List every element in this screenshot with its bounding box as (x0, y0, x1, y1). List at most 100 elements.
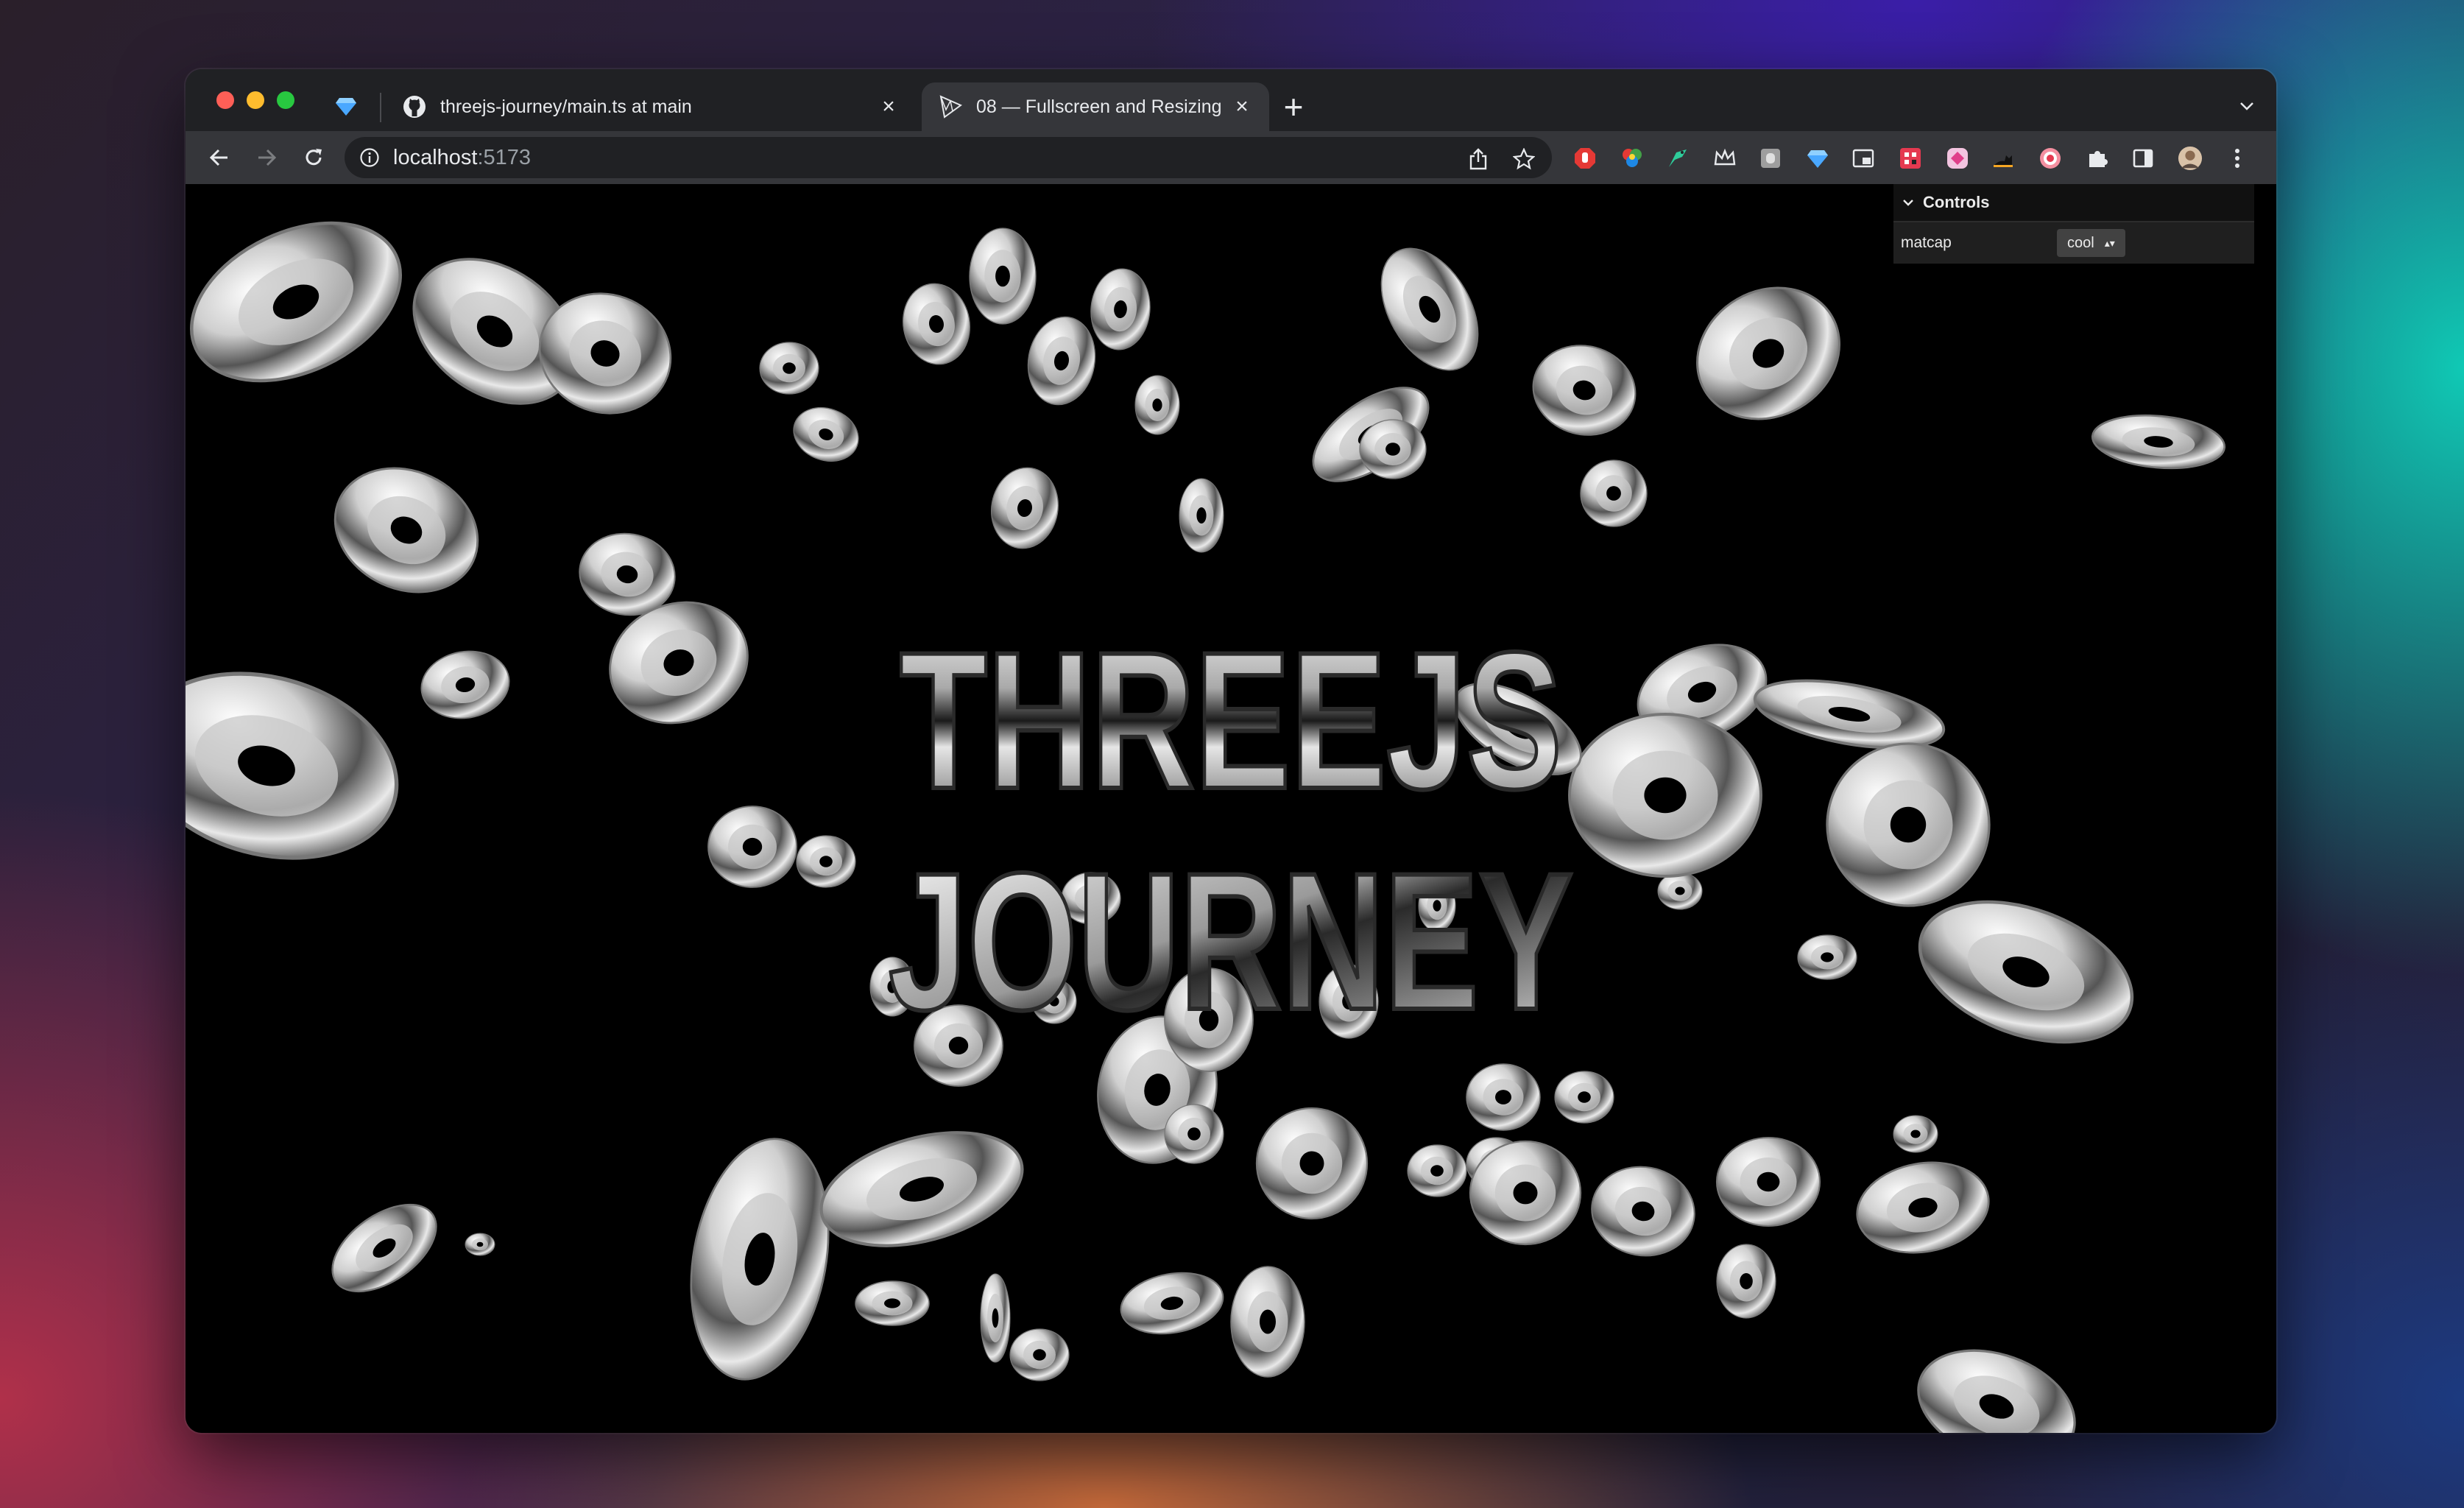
close-tab-icon[interactable]: × (1231, 96, 1253, 118)
share-button[interactable] (1465, 146, 1492, 172)
donut (1090, 268, 1151, 350)
color-wheel-icon (1623, 149, 1642, 167)
close-tab-icon[interactable]: × (878, 96, 900, 118)
donut (1591, 1166, 1695, 1257)
donut (759, 342, 819, 395)
adblock-icon (1575, 148, 1595, 169)
toolbar: localhost:5173 (186, 131, 2276, 184)
extensions-menu-button[interactable] (2085, 146, 2110, 171)
threejs-icon (938, 94, 963, 119)
side-panel-icon (2133, 149, 2153, 168)
address-bar[interactable]: localhost:5173 (345, 137, 1552, 178)
picture-in-picture-icon (1852, 149, 1874, 168)
side-panel-button[interactable] (2131, 146, 2156, 171)
profile-button[interactable] (2178, 146, 2203, 171)
donut-hole (1606, 486, 1621, 501)
donut (1359, 419, 1427, 479)
reload-icon (306, 149, 322, 166)
matcap-select[interactable]: cool ▴▾ (2057, 229, 2125, 257)
url-host: localhost (393, 146, 478, 169)
donut (2091, 414, 2226, 470)
pinned-tab[interactable] (325, 85, 367, 127)
donut-hole (992, 1308, 999, 1328)
donut-hole (1495, 1090, 1511, 1104)
donut-hole (1578, 1091, 1591, 1103)
donut (1134, 375, 1180, 435)
extension-cat[interactable] (1991, 146, 2016, 171)
donut-hole (1757, 1171, 1780, 1192)
donut (1230, 1266, 1305, 1378)
browser-window: threejs-journey/main.ts at main × 08 — F… (186, 69, 2276, 1433)
donut (1917, 1349, 2076, 1433)
browser-menu-button[interactable] (2225, 146, 2250, 171)
donut-hole (1033, 1349, 1046, 1361)
donut (980, 1273, 1011, 1363)
donut (1120, 1272, 1224, 1335)
donut (1407, 1144, 1467, 1197)
diamond-icon (336, 98, 356, 116)
chevron-down-icon (1903, 200, 1913, 206)
extension-pip[interactable] (1851, 146, 1876, 171)
new-tab-button[interactable]: + (1275, 88, 1312, 125)
tab-bar: threejs-journey/main.ts at main × 08 — F… (186, 69, 2276, 131)
info-icon[interactable] (359, 147, 380, 168)
minimize-window-button[interactable] (247, 91, 264, 109)
grid-icon (1900, 148, 1921, 169)
forward-button[interactable] (249, 140, 284, 175)
donut (1380, 247, 1479, 371)
donut (1893, 1115, 1938, 1153)
tab-threejs[interactable]: 08 — Fullscreen and Resizing × (922, 82, 1269, 131)
donut (1027, 316, 1096, 406)
reload-button[interactable] (296, 140, 331, 175)
extension-grid[interactable] (1898, 146, 1923, 171)
donut (331, 1203, 437, 1293)
donut (1568, 713, 1762, 878)
extension-ghost[interactable] (1758, 146, 1783, 171)
webgl-canvas[interactable]: THREEJS JOURNEY Controls matcap cool ▴▾ (186, 184, 2276, 1433)
scene-render: THREEJS JOURNEY (186, 221, 2226, 1433)
extension-diamond[interactable] (1805, 146, 1830, 171)
donut-hole (1740, 1273, 1753, 1289)
cat-icon (1994, 155, 2013, 167)
back-button[interactable] (202, 140, 237, 175)
donut (819, 1131, 1024, 1247)
donut-hole (1644, 777, 1687, 814)
extension-color-picker[interactable] (1620, 146, 1645, 171)
donut (1715, 1136, 1821, 1227)
donut-hole (1385, 443, 1400, 456)
tab-title: 08 — Fullscreen and Resizing (976, 96, 1222, 117)
donut (465, 1233, 495, 1256)
extension-tag[interactable] (1945, 146, 1970, 171)
extension-target[interactable] (2038, 146, 2063, 171)
donut-hole (476, 1241, 484, 1247)
donut-hole (1152, 398, 1162, 412)
donut (1580, 459, 1648, 527)
donut (1856, 1161, 1990, 1254)
github-icon (402, 94, 427, 119)
url-port: :5173 (477, 146, 532, 169)
donut-hole (1910, 1130, 1921, 1138)
donut (1826, 742, 1991, 907)
maximize-window-button[interactable] (277, 91, 294, 109)
donut (969, 228, 1037, 325)
ghost-icon (1761, 149, 1780, 168)
arrow-right-icon (258, 149, 277, 166)
extension-crown[interactable] (1712, 146, 1737, 171)
controls-panel-header[interactable]: Controls (1893, 184, 2254, 222)
extension-adblock[interactable] (1572, 146, 1598, 171)
donut (1179, 478, 1224, 553)
tag-icon (1947, 148, 1968, 169)
extension-bird[interactable] (1665, 146, 1690, 171)
arrow-left-icon (209, 149, 227, 166)
donut (855, 1280, 930, 1326)
target-icon (2040, 148, 2061, 169)
title-line-2: JOURNEY (889, 833, 1573, 1051)
close-window-button[interactable] (216, 91, 234, 109)
donut-hole (1196, 507, 1207, 524)
donut-hole (1299, 1151, 1324, 1176)
tab-search-button[interactable] (2232, 91, 2262, 121)
bookmark-button[interactable] (1511, 146, 1537, 172)
chevron-down-icon (2240, 102, 2253, 110)
tab-github[interactable]: threejs-journey/main.ts at main × (386, 82, 916, 131)
matcap-label: matcap (1901, 234, 1952, 251)
